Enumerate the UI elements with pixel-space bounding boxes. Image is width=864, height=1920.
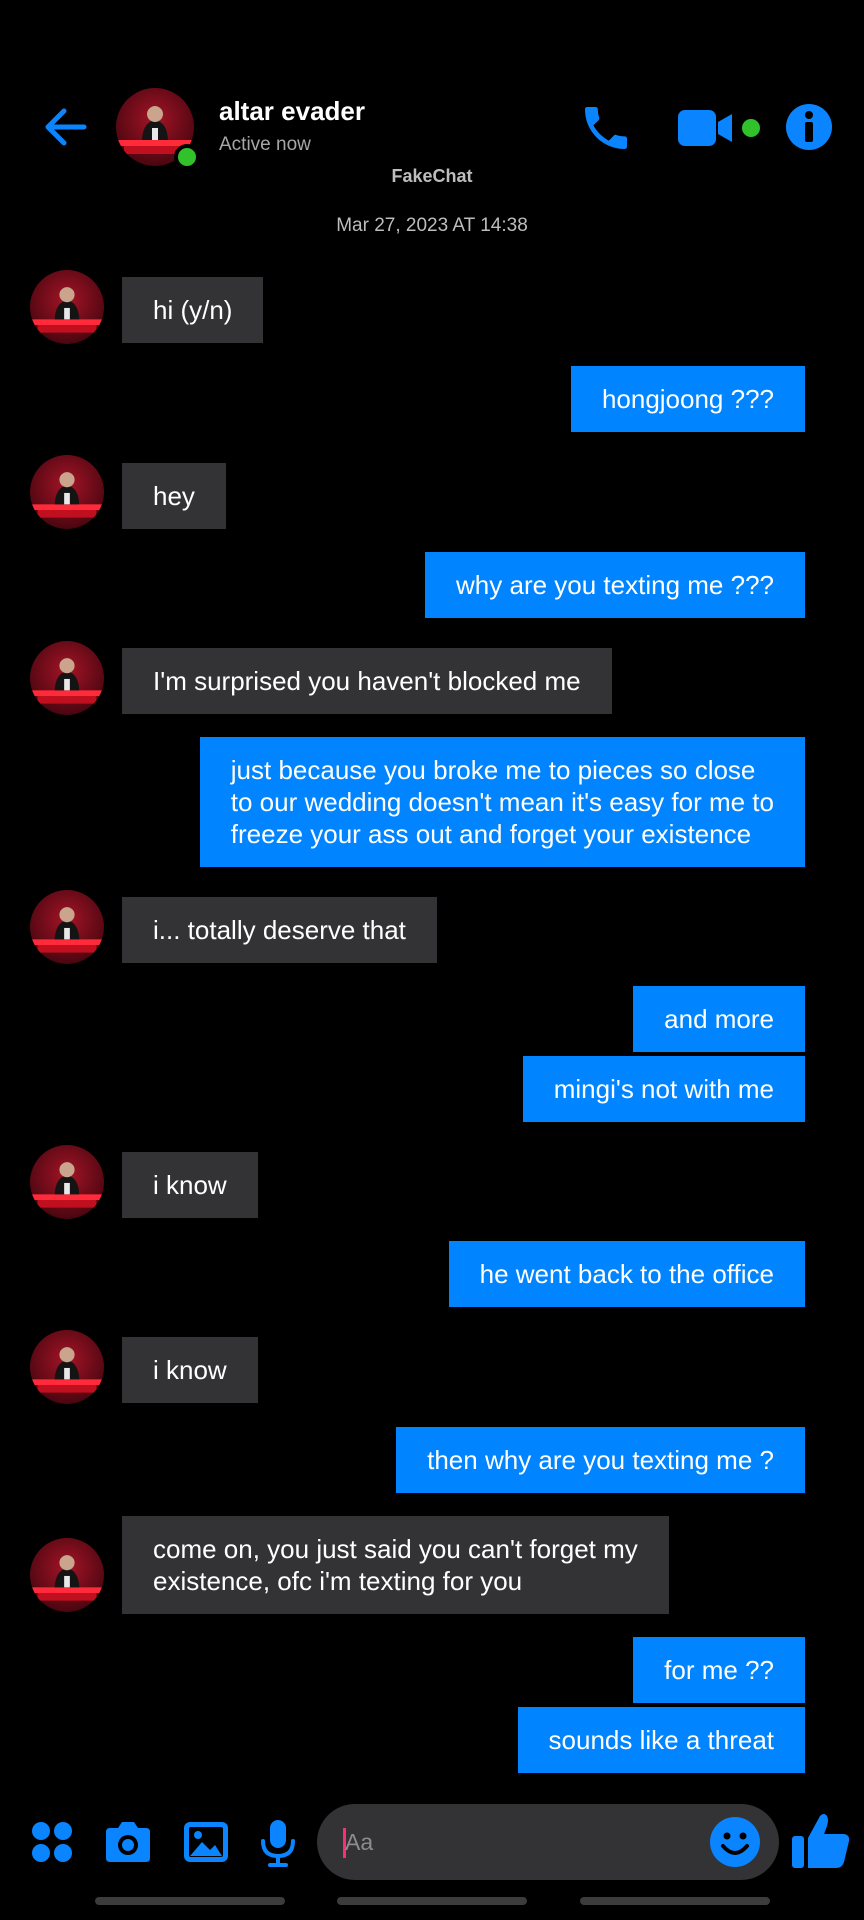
sender-avatar[interactable] bbox=[30, 890, 104, 964]
avatar-photo bbox=[30, 1538, 104, 1612]
video-call-button[interactable] bbox=[676, 106, 766, 150]
microphone-button[interactable] bbox=[250, 1814, 306, 1870]
message-bubble-outgoing[interactable]: then why are you texting me ? bbox=[396, 1427, 805, 1493]
video-camera-icon bbox=[678, 110, 760, 146]
avatar-photo bbox=[30, 890, 104, 964]
contact-avatar[interactable] bbox=[116, 88, 200, 170]
message-bubble-incoming[interactable]: i know bbox=[122, 1337, 258, 1403]
camera-button[interactable] bbox=[100, 1814, 156, 1870]
phone-icon bbox=[585, 107, 627, 149]
message-bubble-outgoing[interactable]: just because you broke me to pieces so c… bbox=[199, 737, 805, 867]
sender-avatar[interactable] bbox=[30, 1145, 104, 1219]
avatar-photo bbox=[30, 641, 104, 715]
emoji-button[interactable] bbox=[707, 1814, 763, 1870]
avatar-photo bbox=[30, 270, 104, 344]
sender-avatar[interactable] bbox=[30, 455, 104, 529]
sender-avatar[interactable] bbox=[30, 1538, 104, 1612]
nav-handle-right[interactable] bbox=[580, 1897, 770, 1905]
chat-header: altar evader Active now FakeChat bbox=[0, 80, 864, 186]
chat-screen: altar evader Active now FakeChat Mar 27,… bbox=[0, 0, 864, 1920]
avatar-photo bbox=[30, 455, 104, 529]
sender-avatar[interactable] bbox=[30, 270, 104, 344]
message-bubble-incoming[interactable]: i know bbox=[122, 1152, 258, 1218]
avatar-photo bbox=[30, 1330, 104, 1404]
image-icon bbox=[184, 1822, 228, 1862]
message-bubble-incoming[interactable]: come on, you just said you can't forget … bbox=[122, 1516, 669, 1614]
message-bubble-outgoing[interactable]: mingi's not with me bbox=[522, 1056, 805, 1122]
message-bubble-outgoing[interactable]: hongjoong ??? bbox=[570, 366, 805, 432]
thumbs-up-icon bbox=[792, 1814, 850, 1868]
apps-button[interactable] bbox=[24, 1814, 80, 1870]
arrow-left-icon bbox=[45, 108, 87, 146]
conversation-timestamp: Mar 27, 2023 AT 14:38 bbox=[336, 215, 528, 236]
message-bubble-outgoing[interactable]: sounds like a threat bbox=[517, 1707, 805, 1773]
camera-icon bbox=[106, 1822, 150, 1862]
like-button[interactable] bbox=[790, 1808, 854, 1872]
nav-handle-left[interactable] bbox=[95, 1897, 285, 1905]
message-input[interactable] bbox=[341, 1820, 709, 1864]
back-button[interactable] bbox=[40, 102, 90, 152]
microphone-icon bbox=[261, 1820, 295, 1867]
avatar-photo bbox=[30, 1145, 104, 1219]
message-bubble-outgoing[interactable]: why are you texting me ??? bbox=[425, 552, 805, 618]
message-bubble-outgoing[interactable]: he went back to the office bbox=[448, 1241, 805, 1307]
info-button[interactable] bbox=[784, 102, 834, 152]
message-bubble-incoming[interactable]: hey bbox=[122, 463, 226, 529]
composer-bar bbox=[0, 1804, 864, 1880]
contact-name[interactable]: altar evader bbox=[219, 96, 365, 127]
gallery-button[interactable] bbox=[178, 1814, 234, 1870]
active-status: Active now bbox=[219, 134, 311, 155]
message-bubble-outgoing[interactable]: for me ?? bbox=[633, 1637, 805, 1703]
system-nav-bar bbox=[0, 1897, 864, 1907]
voice-call-button[interactable] bbox=[578, 100, 634, 156]
watermark: FakeChat bbox=[391, 166, 473, 186]
message-bubble-incoming[interactable]: i... totally deserve that bbox=[122, 897, 437, 963]
message-bubble-incoming[interactable]: hi (y/n) bbox=[122, 277, 264, 343]
message-input-container[interactable] bbox=[317, 1804, 779, 1880]
message-bubble-outgoing[interactable]: and more bbox=[633, 986, 805, 1052]
sender-avatar[interactable] bbox=[30, 641, 104, 715]
message-bubble-incoming[interactable]: I'm surprised you haven't blocked me bbox=[122, 648, 612, 714]
info-icon bbox=[786, 104, 832, 150]
apps-grid-icon bbox=[32, 1822, 72, 1862]
sender-avatar[interactable] bbox=[30, 1330, 104, 1404]
smiley-icon bbox=[710, 1817, 760, 1867]
nav-handle-center[interactable] bbox=[337, 1897, 527, 1905]
